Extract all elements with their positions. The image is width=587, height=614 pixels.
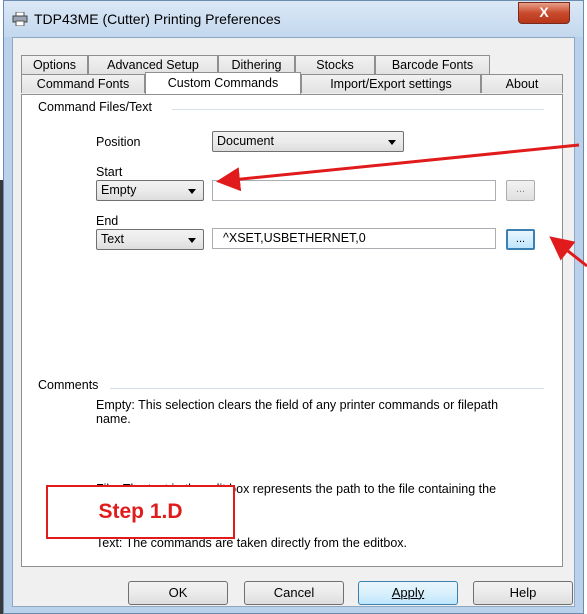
printer-icon <box>12 12 28 26</box>
ok-button[interactable]: OK <box>128 581 228 605</box>
help-button[interactable]: Help <box>473 581 573 605</box>
position-label: Position <box>96 135 141 149</box>
close-icon: X <box>539 4 549 20</box>
tab-custom-commands[interactable]: Custom Commands <box>145 72 301 94</box>
tab-about[interactable]: About <box>481 74 563 93</box>
step-callout-box: Step 1.D <box>46 485 235 539</box>
end-browse-button[interactable]: ... <box>506 229 535 250</box>
command-files-group-title: Command Files/Text <box>38 100 152 114</box>
start-select-value: Empty <box>101 183 137 197</box>
start-command-field[interactable] <box>212 180 496 201</box>
position-select[interactable]: Document <box>212 131 404 152</box>
tab-barcode-fonts[interactable]: Barcode Fonts <box>375 55 490 74</box>
title-bar: TDP43ME (Cutter) Printing Preferences X <box>4 1 583 37</box>
tab-options[interactable]: Options <box>21 55 88 74</box>
cancel-button[interactable]: Cancel <box>244 581 344 605</box>
end-command-field[interactable]: ^XSET,USBETHERNET,0 <box>212 228 496 249</box>
chevron-down-icon <box>188 238 196 243</box>
window-title: TDP43ME (Cutter) Printing Preferences <box>34 11 281 27</box>
group-divider <box>172 109 544 110</box>
tab-stocks[interactable]: Stocks <box>295 55 375 74</box>
end-select-value: Text <box>101 232 124 246</box>
end-select[interactable]: Text <box>96 229 204 250</box>
position-select-value: Document <box>217 134 274 148</box>
empty-comment-text: Empty: This selection clears the field o… <box>96 398 499 426</box>
comments-group-title: Comments <box>38 378 99 392</box>
tab-command-fonts[interactable]: Command Fonts <box>21 74 145 93</box>
start-label: Start <box>96 165 123 179</box>
chevron-down-icon <box>388 140 396 145</box>
apply-button[interactable]: Apply <box>358 581 458 605</box>
tab-import-export-settings[interactable]: Import/Export settings <box>301 74 481 93</box>
close-button[interactable]: X <box>518 2 570 24</box>
end-label: End <box>96 214 119 228</box>
start-browse-button[interactable]: ... <box>506 180 535 201</box>
group-divider <box>110 388 544 389</box>
chevron-down-icon <box>188 189 196 194</box>
start-select[interactable]: Empty <box>96 180 204 201</box>
